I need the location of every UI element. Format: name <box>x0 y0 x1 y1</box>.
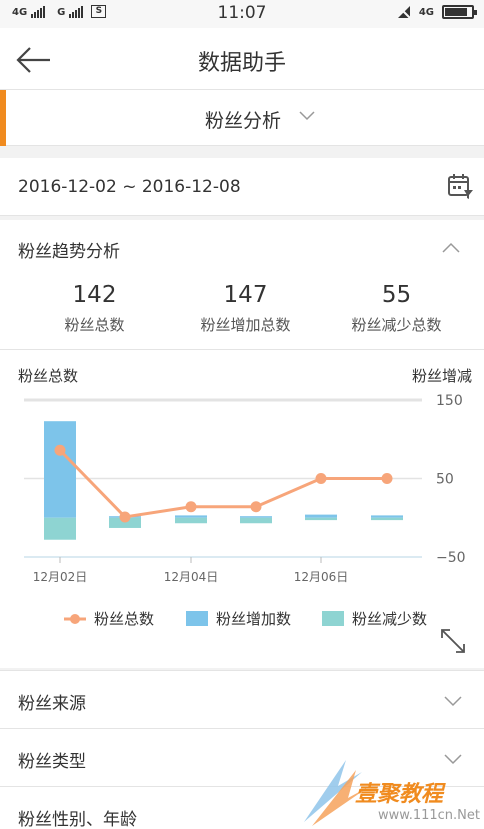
bar-fans-lost <box>175 517 207 524</box>
bar-fans-lost <box>371 517 403 521</box>
date-range-row[interactable]: 2016-12-02 ~ 2016-12-08 <box>0 158 484 216</box>
point-total-fans <box>315 473 327 484</box>
legend-label: 粉丝总数 <box>94 610 155 628</box>
stat-label: 粉丝增加总数 <box>200 316 291 334</box>
legend-label: 粉丝增加数 <box>216 610 292 628</box>
y-tick-label: 150 <box>436 393 463 409</box>
stat-value: 55 <box>381 282 412 308</box>
bar-fans-lost <box>44 517 76 540</box>
chevron-down-icon <box>299 111 315 121</box>
stat-value: 147 <box>223 282 268 308</box>
analysis-type-selector[interactable]: 粉丝分析 <box>0 90 484 146</box>
expand-icon[interactable] <box>440 628 466 654</box>
bar-fans-lost <box>305 517 337 521</box>
stats-summary: 142 粉丝总数 147 粉丝增加总数 55 粉丝减少总数 <box>0 276 484 350</box>
stat-label: 粉丝减少总数 <box>351 316 442 334</box>
analysis-type-label: 粉丝分析 <box>205 110 282 132</box>
battery-level <box>445 8 467 16</box>
chevron-up-icon[interactable] <box>442 242 460 254</box>
y-tick-label: 50 <box>436 472 454 488</box>
legend-swatch <box>322 611 344 626</box>
bar-fans-gained <box>175 515 207 518</box>
x-tick-label: 12月02日 <box>33 570 88 584</box>
chart-plot: 150 50 −50 12月02日 12月04日 12月06日 <box>24 393 466 584</box>
chart-legend: 粉丝总数 粉丝增加数 粉丝减少数 <box>0 608 484 632</box>
app-header: 数据助手 <box>0 28 484 90</box>
legend-label: 粉丝减少数 <box>352 610 428 628</box>
system-indicators: 4G <box>397 5 477 19</box>
stat-label: 粉丝总数 <box>64 316 125 334</box>
legend-swatch <box>186 611 208 626</box>
fans-trend-chart: 粉丝总数 粉丝增减 150 50 −50 12月02日 12月04日 12月06日 粉丝总… <box>0 352 484 668</box>
calendar-icon[interactable] <box>446 172 474 200</box>
accent-bar <box>0 90 6 146</box>
data-network-label: 4G <box>418 6 434 18</box>
bar-fans-gained <box>44 421 76 518</box>
trend-section-header[interactable]: 粉丝趋势分析 <box>0 220 484 276</box>
stat-fans-gained: 147 粉丝增加总数 <box>165 282 326 335</box>
legend-item[interactable]: 粉丝减少数 <box>322 608 427 629</box>
point-total-fans <box>381 473 393 484</box>
section-label: 粉丝性别、年龄 <box>18 810 137 829</box>
watermark-url: www.111cn.Net <box>378 808 480 823</box>
stat-value: 142 <box>72 282 117 308</box>
status-bar: 4G G S 11:07 4G <box>0 0 484 28</box>
x-tick-label: 12月04日 <box>164 570 219 584</box>
stat-total-fans: 142 粉丝总数 <box>14 282 175 335</box>
legend-swatch <box>64 613 86 624</box>
point-total-fans <box>250 501 262 513</box>
stat-fans-lost: 55 粉丝减少总数 <box>316 282 477 335</box>
bar-fans-lost <box>240 517 272 524</box>
date-range-text: 2016-12-02 ~ 2016-12-08 <box>18 177 241 197</box>
battery-icon <box>442 5 477 19</box>
section-label: 粉丝来源 <box>18 694 86 714</box>
section-label: 粉丝类型 <box>18 752 86 772</box>
section-fans-source[interactable]: 粉丝来源 <box>0 670 484 728</box>
point-total-fans <box>54 444 66 456</box>
point-total-fans <box>119 511 131 523</box>
legend-item[interactable]: 粉丝增加数 <box>186 608 291 629</box>
bar-fans-gained <box>305 514 337 518</box>
x-tick-label: 12月06日 <box>294 570 349 584</box>
line-total-fans <box>58 449 387 519</box>
bar-fans-gained <box>371 515 403 518</box>
trend-section-title: 粉丝趋势分析 <box>18 242 120 262</box>
signal-off-icon <box>397 5 411 19</box>
bar-fans-gained <box>240 516 272 518</box>
page-title: 数据助手 <box>197 51 286 76</box>
y-tick-label: −50 <box>436 550 466 566</box>
section-divider <box>0 146 484 158</box>
point-total-fans <box>185 501 197 513</box>
chevron-down-icon <box>444 696 462 707</box>
legend-item[interactable]: 粉丝总数 <box>64 608 154 629</box>
watermark-text: 壹聚教程 <box>355 782 444 807</box>
